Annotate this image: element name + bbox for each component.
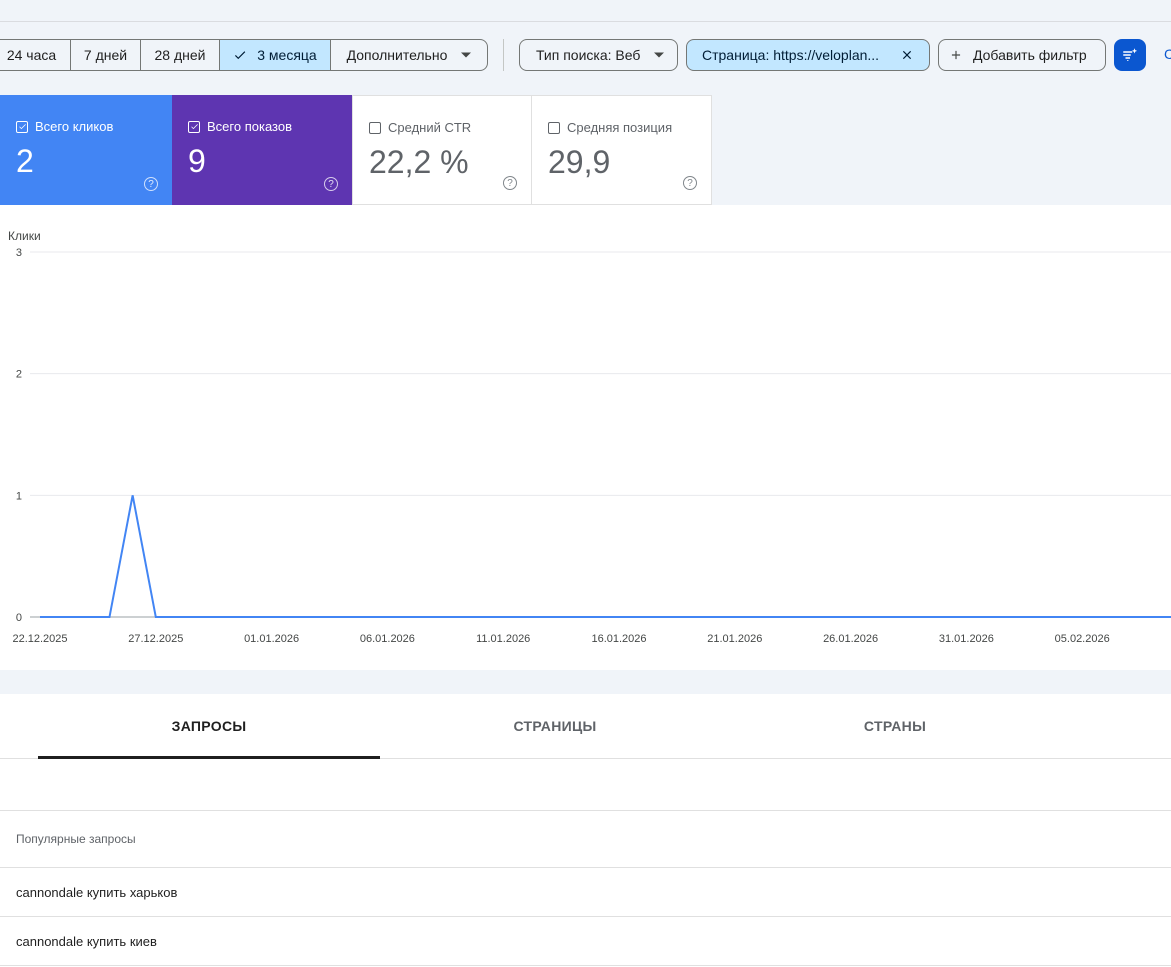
date-filter-7d[interactable]: 7 дней: [71, 40, 141, 70]
filter-settings-button[interactable]: [1114, 39, 1146, 71]
date-filter-more[interactable]: Дополнительно: [331, 40, 487, 70]
y-tick-label: 2: [16, 369, 22, 381]
y-tick-label: 3: [16, 247, 22, 259]
tab-countries-label: СТРАНЫ: [863, 718, 927, 734]
tab-queries[interactable]: ЗАПРОСЫ: [38, 694, 380, 758]
plus-icon: [949, 48, 963, 62]
x-tick-label: 11.01.2026: [476, 633, 530, 645]
x-tick-label: 27.12.2025: [128, 633, 183, 645]
table-header-label: Популярные запросы: [16, 832, 136, 846]
top-header-strip: [0, 0, 1171, 22]
close-icon[interactable]: [900, 48, 914, 62]
date-filter-7d-label: 7 дней: [83, 47, 128, 63]
checkbox-icon[interactable]: [188, 120, 200, 133]
tab-countries[interactable]: СТРАНЫ: [724, 694, 1066, 758]
date-filter-more-label: Дополнительно: [346, 47, 448, 63]
chart-grid: [30, 251, 1171, 618]
tab-pages-label: СТРАНИЦЫ: [513, 718, 597, 734]
date-filter-3m[interactable]: 3 месяца: [220, 40, 331, 70]
performance-chart: 0 1 2 3 22.12.2025 27.12.2025 01.01.2026 06.01…: [0, 205, 1171, 670]
x-tick-label: 01.01.2026: [244, 633, 299, 645]
date-filter-24h[interactable]: 24 часа: [0, 40, 71, 70]
add-filter-label: Добавить фильтр: [973, 47, 1087, 63]
filter-divider: [503, 39, 504, 71]
metric-card-clicks[interactable]: Всего кликов 2 ?: [0, 95, 172, 205]
metric-value: 2: [16, 143, 34, 179]
checkbox-icon[interactable]: [548, 121, 560, 134]
search-type-dropdown[interactable]: Тип поиска: Веб: [519, 39, 678, 71]
checkbox-icon[interactable]: [369, 121, 381, 134]
dropdown-caret-icon: [654, 52, 665, 58]
help-icon[interactable]: ?: [503, 176, 517, 190]
date-filter-3m-label: 3 месяца: [257, 47, 317, 63]
table-row[interactable]: cannondale купить харьков: [0, 868, 1171, 917]
chart-x-ticks: 22.12.2025 27.12.2025 01.01.2026 06.01.2026…: [12, 633, 1109, 645]
tab-bar: ЗАПРОСЫ СТРАНИЦЫ СТРАНЫ: [0, 694, 1171, 759]
chart-svg: 0 1 2 3 22.12.2025 27.12.2025 01.01.2026 06.01…: [8, 229, 1171, 645]
x-tick-label: 16.01.2026: [591, 633, 646, 645]
filter-bar: 24 часа 7 дней 28 дней 3 месяца Дополнит…: [0, 39, 1171, 71]
metric-label: Всего показов: [207, 119, 292, 134]
y-tick-label: 0: [16, 612, 22, 624]
x-tick-label: 31.01.2026: [939, 633, 994, 645]
tab-active-indicator: [38, 756, 380, 759]
query-text: cannondale купить киев: [16, 933, 157, 949]
metric-label: Всего кликов: [35, 119, 114, 134]
metric-card-position[interactable]: Средняя позиция 29,9 ?: [532, 95, 712, 205]
date-filter-28d[interactable]: 28 дней: [141, 40, 220, 70]
query-text: cannondale купить харьков: [16, 884, 178, 900]
help-icon[interactable]: ?: [683, 176, 697, 190]
metric-label: Средний CTR: [388, 120, 472, 135]
date-filter-28d-label: 28 дней: [154, 47, 206, 63]
y-tick-label: 1: [16, 490, 22, 502]
metric-value: 9: [188, 143, 206, 179]
chart-y-ticks: 0 1 2 3: [16, 247, 22, 624]
x-tick-label: 22.12.2025: [12, 633, 67, 645]
metric-value: 22,2 %: [369, 144, 469, 180]
chart-series: [40, 495, 1171, 618]
x-tick-label: 21.01.2026: [707, 633, 762, 645]
dropdown-caret-icon: [461, 52, 472, 58]
help-icon[interactable]: ?: [144, 177, 158, 191]
metric-value: 29,9: [548, 144, 611, 180]
page-filter-label: Страница: https://veloplan...: [702, 47, 880, 63]
x-tick-label: 26.01.2026: [823, 633, 878, 645]
tab-pages[interactable]: СТРАНИЦЫ: [384, 694, 726, 758]
metric-label: Средняя позиция: [567, 120, 673, 135]
x-tick-label: 05.02.2026: [1055, 633, 1110, 645]
filter-sparkle-icon: [1121, 46, 1139, 64]
check-icon: [233, 48, 247, 62]
checkbox-icon[interactable]: [16, 120, 28, 133]
y-axis-label: Клики: [8, 229, 41, 243]
page-filter-chip[interactable]: Страница: https://veloplan...: [686, 39, 930, 71]
table-header[interactable]: Популярные запросы: [0, 810, 1171, 868]
x-tick-label: 06.01.2026: [360, 633, 415, 645]
metric-card-ctr[interactable]: Средний CTR 22,2 % ?: [352, 95, 532, 205]
tab-queries-label: ЗАПРОСЫ: [171, 718, 247, 734]
cut-off-link[interactable]: С: [1164, 46, 1171, 62]
details-panel: ЗАПРОСЫ СТРАНИЦЫ СТРАНЫ Популярные запро…: [0, 694, 1171, 967]
metric-card-impressions[interactable]: Всего показов 9 ?: [172, 95, 352, 205]
help-icon[interactable]: ?: [324, 177, 338, 191]
add-filter-button[interactable]: Добавить фильтр: [938, 39, 1106, 71]
date-filter-24h-label: 24 часа: [6, 47, 57, 63]
search-type-label: Тип поиска: Веб: [536, 47, 641, 63]
series-line: [40, 495, 1171, 618]
table-row[interactable]: cannondale купить киев: [0, 917, 1171, 966]
date-range-selector: 24 часа 7 дней 28 дней 3 месяца Дополнит…: [0, 39, 488, 71]
